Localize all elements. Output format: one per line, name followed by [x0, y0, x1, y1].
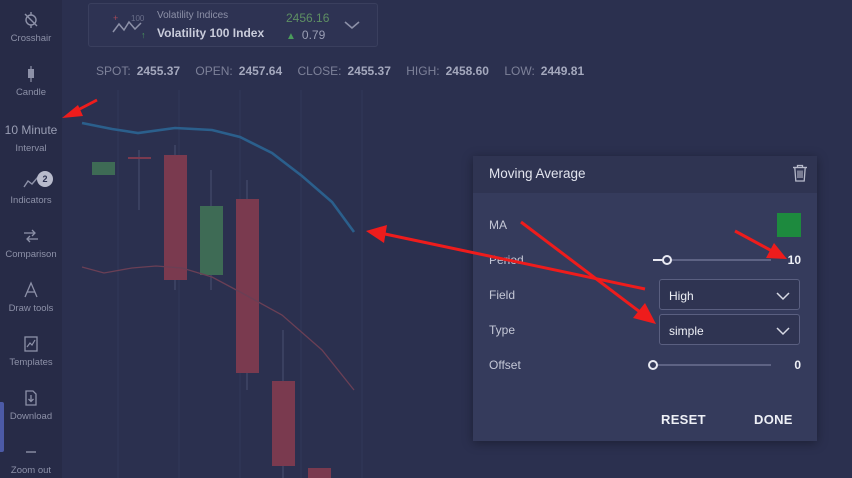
- interval-value: 10 Minute: [4, 123, 58, 137]
- ma-line-secondary: [81, 265, 355, 391]
- ma-color-swatch[interactable]: [777, 213, 801, 237]
- price-up-icon: ▲: [286, 31, 296, 42]
- toolbar-sidebar: Crosshair Candle 10 Minute Interval 2 In…: [0, 0, 62, 478]
- comparison-button[interactable]: Comparison: [0, 227, 62, 260]
- draw-tools-label: Draw tools: [8, 303, 54, 314]
- crosshair-label: Crosshair: [10, 33, 52, 44]
- svg-text:↑: ↑: [141, 30, 146, 40]
- interval-label: Interval: [15, 143, 47, 154]
- period-value: 10: [787, 253, 801, 267]
- offset-slider-thumb[interactable]: [648, 360, 658, 370]
- offset-slider[interactable]: [648, 359, 771, 371]
- candle-bull: [200, 206, 223, 275]
- market-icon-badge: 100: [131, 14, 145, 23]
- trash-icon[interactable]: [792, 164, 808, 187]
- indicators-icon: [0, 173, 62, 191]
- candle-label: Candle: [15, 87, 47, 98]
- draw-tools-icon: [0, 281, 62, 299]
- period-slider[interactable]: [653, 254, 771, 266]
- market-category: Volatility Indices: [157, 10, 229, 21]
- candle-bear: [164, 155, 187, 280]
- candle-bull: [92, 162, 115, 175]
- done-button[interactable]: DONE: [754, 412, 793, 427]
- field-select-value: High: [669, 289, 694, 303]
- zoom-out-label: Zoom out: [10, 465, 52, 476]
- download-button[interactable]: Download: [0, 389, 62, 422]
- templates-icon: [0, 335, 62, 353]
- moving-average-dialog: Moving Average MA Period 10 Field High T…: [473, 156, 817, 441]
- close-value: 2455.37: [347, 64, 391, 78]
- dialog-title: Moving Average: [489, 166, 586, 181]
- field-select[interactable]: High: [659, 279, 800, 310]
- reset-button[interactable]: RESET: [661, 412, 706, 427]
- market-change: ▲ 0.79: [286, 28, 325, 42]
- ma-color-label: MA: [489, 218, 507, 232]
- draw-tools-button[interactable]: Draw tools: [0, 281, 62, 314]
- low-value: 2449.81: [540, 64, 585, 78]
- market-name: Volatility 100 Index: [157, 26, 265, 40]
- volatility-index-icon: 100 + ↑: [111, 12, 149, 45]
- offset-value: 0: [794, 358, 801, 372]
- candle-bear: [272, 381, 295, 466]
- chevron-down-icon: [343, 18, 361, 36]
- offset-label: Offset: [489, 358, 521, 372]
- type-select[interactable]: simple: [659, 314, 800, 345]
- ohlc-info-bar: SPOT: 2455.37 OPEN: 2457.64 CLOSE: 2455.37 …: [96, 64, 596, 78]
- spot-value: 2455.37: [136, 64, 181, 78]
- candle-icon: [0, 65, 62, 83]
- spot-label: SPOT:: [96, 64, 131, 78]
- indicators-label: Indicators: [10, 195, 52, 206]
- market-change-value: 0.79: [301, 28, 326, 42]
- templates-label: Templates: [9, 357, 53, 368]
- svg-text:+: +: [113, 13, 118, 23]
- dialog-header: Moving Average: [473, 156, 817, 193]
- candle-bear: [308, 468, 331, 478]
- crosshair-icon: [0, 11, 62, 29]
- crosshair-button[interactable]: Crosshair: [0, 11, 62, 44]
- chevron-down-icon: [776, 289, 790, 307]
- download-icon: [0, 389, 62, 407]
- indicators-button[interactable]: 2 Indicators: [0, 171, 62, 206]
- type-select-value: simple: [669, 324, 704, 338]
- comparison-icon: [0, 227, 62, 245]
- open-value: 2457.64: [238, 64, 283, 78]
- indicators-count-badge: 2: [37, 171, 53, 187]
- candle-bear: [128, 157, 151, 159]
- field-label: Field: [489, 288, 516, 302]
- candlesticks: [92, 145, 331, 478]
- low-label: LOW:: [504, 64, 535, 78]
- chevron-down-icon: [776, 324, 790, 342]
- candle-bear: [236, 199, 259, 373]
- high-label: HIGH:: [406, 64, 440, 78]
- download-label: Download: [9, 411, 53, 422]
- interval-button[interactable]: 10 Minute Interval: [0, 121, 62, 154]
- offset-slider-track: [653, 364, 771, 366]
- period-label: Period: [489, 253, 524, 267]
- high-value: 2458.60: [445, 64, 489, 78]
- templates-button[interactable]: Templates: [0, 335, 62, 368]
- market-price: 2456.16: [286, 11, 330, 25]
- zoom-out-button[interactable]: Zoom out: [0, 443, 62, 476]
- comparison-label: Comparison: [5, 249, 57, 260]
- chart-type-button[interactable]: Candle: [0, 65, 62, 98]
- zoom-out-icon: [0, 443, 62, 461]
- type-label: Type: [489, 323, 516, 337]
- active-tool-indicator: [0, 402, 4, 452]
- period-slider-thumb[interactable]: [662, 255, 673, 265]
- market-selector[interactable]: 100 + ↑ Volatility Indices Volatility 10…: [88, 3, 378, 47]
- open-label: OPEN:: [195, 64, 233, 78]
- close-label: CLOSE:: [297, 64, 342, 78]
